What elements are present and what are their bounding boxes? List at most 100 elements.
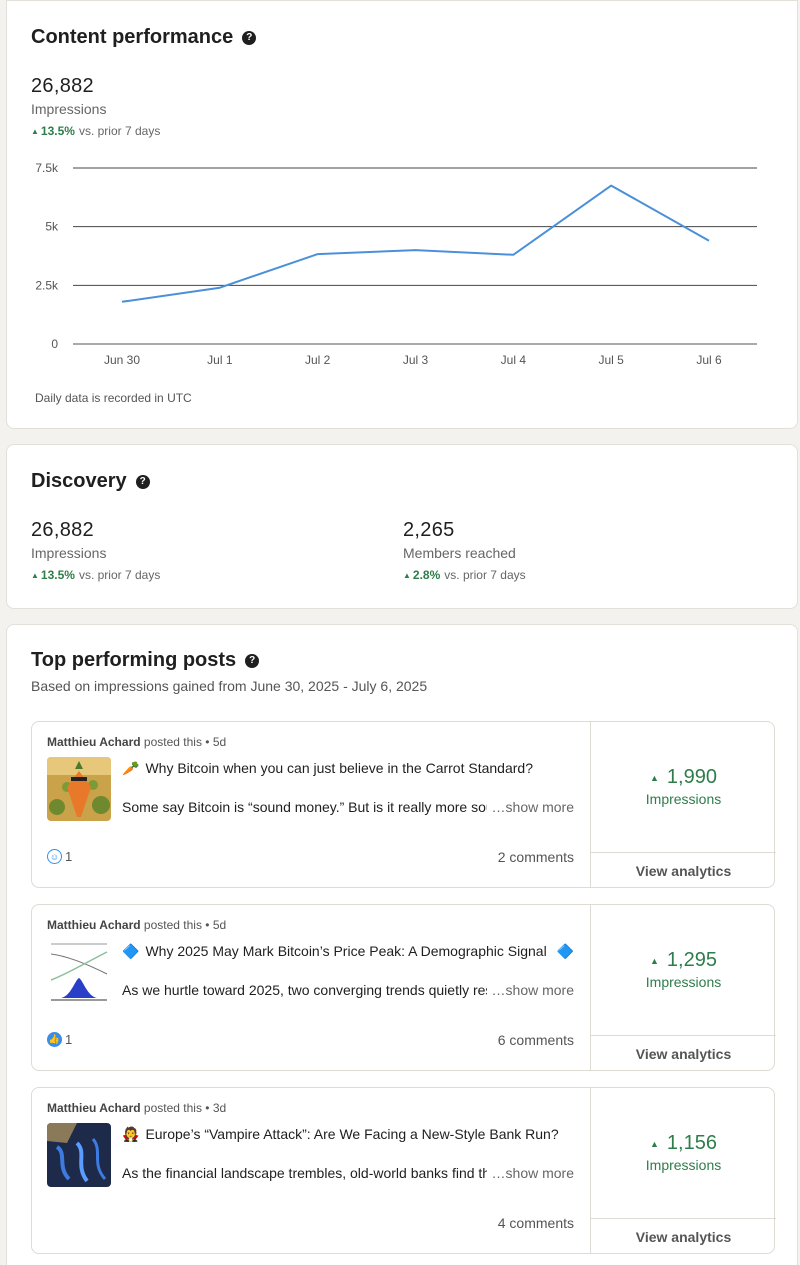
y-tick-label: 7.5k — [35, 161, 59, 175]
post-card[interactable]: Matthieu Achard posted this • 3d 🧛 Europe… — [31, 1087, 776, 1254]
like-reaction-icon: 👍 — [47, 1032, 62, 1047]
metric-value: 26,882 — [31, 519, 94, 541]
x-tick-label: Jul 2 — [305, 353, 331, 367]
vampire-icon: 🧛 — [122, 1126, 140, 1142]
reactions[interactable]: 👍 1 — [47, 1032, 72, 1047]
post-card[interactable]: Matthieu Achard posted this • 5d 🥕 Why Bi… — [31, 721, 776, 888]
show-more-link[interactable]: …show more — [492, 1165, 574, 1181]
discovery-card: Discovery ? 26,882 Impressions ▲ 13.5% v… — [6, 444, 798, 609]
change-percent: 13.5% — [40, 568, 75, 582]
post-content[interactable]: Matthieu Achard posted this • 5d 🔷 Why 20… — [32, 905, 590, 1070]
metric-change: ▲ 13.5% vs. prior 7 days — [31, 568, 160, 582]
post-author-line: Matthieu Achard posted this • 5d — [47, 918, 226, 932]
impressions-label: Impressions — [645, 791, 722, 807]
post-stats: ▲ 1,295 Impressions View analytics — [590, 905, 776, 1070]
utc-note: Daily data is recorded in UTC — [35, 391, 192, 405]
change-text: vs. prior 7 days — [78, 124, 161, 138]
post-impressions: ▲ 1,295 Impressions — [591, 949, 776, 990]
post-meta: posted this • 5d — [143, 735, 227, 749]
post-impressions: ▲ 1,990 Impressions — [591, 766, 776, 807]
blue-diamond-icon: 🔷 — [556, 943, 575, 959]
impressions-metric: 26,882 Impressions ▲ 13.5% vs. prior 7 d… — [31, 75, 160, 138]
triangle-up-icon: ▲ — [403, 570, 411, 580]
post-thumbnail[interactable] — [47, 1123, 111, 1187]
x-tick-label: Jun 30 — [104, 353, 140, 367]
x-tick-label: Jul 6 — [696, 353, 722, 367]
view-analytics-button[interactable]: View analytics — [591, 1035, 776, 1070]
top-posts-subtitle: Based on impressions gained from June 30… — [31, 678, 428, 694]
content-performance-title: Content performance — [31, 26, 234, 48]
members-reached-metric: 2,265 Members reached ▲ 2.8% vs. prior 7… — [403, 519, 526, 582]
change-text: vs. prior 7 days — [78, 568, 161, 582]
metric-value: 2,265 — [403, 519, 455, 541]
post-thumbnail[interactable] — [47, 757, 111, 821]
impressions-value: 1,295 — [666, 949, 717, 971]
author-name[interactable]: Matthieu Achard — [47, 1101, 141, 1115]
view-analytics-button[interactable]: View analytics — [591, 1218, 776, 1253]
comments-count[interactable]: 6 comments — [498, 1032, 574, 1048]
triangle-up-icon: ▲ — [31, 570, 39, 580]
post-stats: ▲ 1,156 Impressions View analytics — [590, 1088, 776, 1253]
metric-label: Impressions — [31, 545, 107, 561]
post-title-text: Why Bitcoin when you can just believe in… — [145, 760, 533, 776]
x-tick-label: Jul 4 — [501, 353, 527, 367]
question-circle-icon[interactable]: ? — [135, 474, 150, 489]
post-meta: posted this • 3d — [143, 1101, 227, 1115]
question-circle-icon[interactable]: ? — [245, 653, 260, 668]
post-body: As the financial landscape trembles, old… — [122, 1165, 487, 1181]
celebrate-reaction-icon: ☺ — [47, 849, 62, 864]
post-author-line: Matthieu Achard posted this • 5d — [47, 735, 226, 749]
post-body: Some say Bitcoin is “sound money.” But i… — [122, 799, 487, 815]
post-body: As we hurtle toward 2025, two converging… — [122, 982, 487, 998]
discovery-impressions-metric: 26,882 Impressions ▲ 13.5% vs. prior 7 d… — [31, 519, 160, 582]
view-analytics-button[interactable]: View analytics — [591, 852, 776, 887]
post-title-text: Europe’s “Vampire Attack”: Are We Facing… — [145, 1126, 559, 1142]
triangle-up-icon: ▲ — [31, 126, 39, 136]
content-performance-card: Content performance ? 26,882 Impressions… — [6, 0, 798, 429]
impressions-value: 1,156 — [666, 1132, 717, 1154]
post-thumbnail[interactable] — [47, 940, 111, 1004]
post-author-line: Matthieu Achard posted this • 3d — [47, 1101, 226, 1115]
post-stats: ▲ 1,990 Impressions View analytics — [590, 722, 776, 887]
impressions-label: Impressions — [31, 101, 107, 117]
post-content[interactable]: Matthieu Achard posted this • 5d 🥕 Why Bi… — [32, 722, 590, 887]
triangle-up-icon: ▲ — [650, 772, 659, 783]
show-more-link[interactable]: …show more — [492, 982, 574, 998]
question-circle-icon[interactable]: ? — [242, 30, 257, 45]
x-tick-label: Jul 5 — [598, 353, 624, 367]
carrot-icon: 🥕 — [122, 760, 140, 776]
post-card[interactable]: Matthieu Achard posted this • 5d 🔷 Why 20… — [31, 904, 776, 1071]
impressions-value: 1,990 — [666, 766, 717, 788]
metric-change: ▲ 2.8% vs. prior 7 days — [403, 568, 526, 582]
y-tick-label: 5k — [45, 220, 59, 234]
y-tick-label: 0 — [51, 337, 58, 351]
reaction-count: 1 — [65, 849, 73, 864]
comments-count[interactable]: 4 comments — [498, 1215, 574, 1231]
impressions-value: 26,882 — [31, 75, 94, 97]
impressions-change: ▲ 13.5% vs. prior 7 days — [31, 124, 160, 138]
post-title[interactable]: 🥕 Why Bitcoin when you can just believe i… — [122, 760, 533, 777]
change-percent: 2.8% — [412, 568, 441, 582]
author-name[interactable]: Matthieu Achard — [47, 918, 141, 932]
impressions-label: Impressions — [645, 1157, 722, 1173]
comments-count[interactable]: 2 comments — [498, 849, 574, 865]
triangle-up-icon: ▲ — [650, 1138, 659, 1149]
metric-label: Members reached — [403, 545, 516, 561]
post-impressions: ▲ 1,156 Impressions — [591, 1132, 776, 1173]
x-tick-label: Jul 1 — [207, 353, 233, 367]
content-performance-heading: Content performance ? — [31, 26, 257, 49]
show-more-link[interactable]: …show more — [492, 799, 574, 815]
post-title[interactable]: 🔷 Why 2025 May Mark Bitcoin’s Price Peak:… — [122, 943, 580, 960]
author-name[interactable]: Matthieu Achard — [47, 735, 141, 749]
reaction-count: 1 — [65, 1032, 73, 1047]
y-tick-label: 2.5k — [35, 278, 59, 292]
post-meta: posted this • 5d — [143, 918, 227, 932]
impressions-line-chart: 0 2.5k 5k 7.5k Jun 30 Jul 1 Jul 2 Jul 3 Jul 4 Ju… — [35, 161, 757, 367]
post-title[interactable]: 🧛 Europe’s “Vampire Attack”: Are We Facin… — [122, 1126, 559, 1143]
reactions[interactable]: ☺ 1 — [47, 849, 72, 864]
post-title-text: Why 2025 May Mark Bitcoin’s Price Peak: … — [145, 943, 547, 959]
post-content[interactable]: Matthieu Achard posted this • 3d 🧛 Europe… — [32, 1088, 590, 1253]
impressions-label: Impressions — [645, 974, 722, 990]
top-posts-title: Top performing posts — [31, 649, 237, 671]
change-percent: 13.5% — [40, 124, 75, 138]
